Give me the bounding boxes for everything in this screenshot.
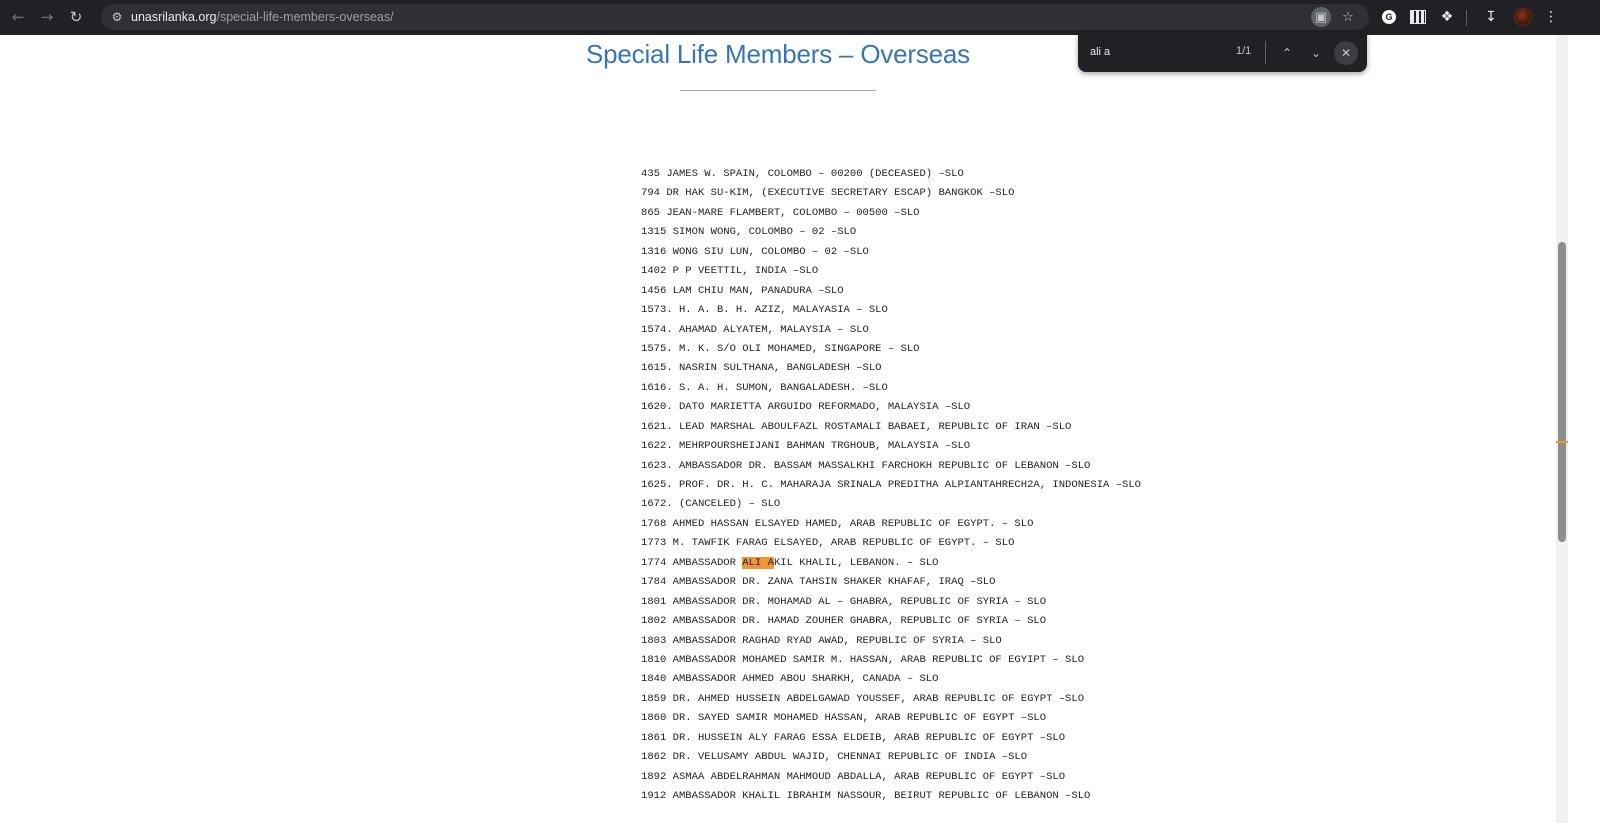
find-result-marker [1556,441,1568,443]
url-text[interactable]: unasrilanka.org/special-life-members-ove… [131,10,394,24]
find-count: 1/1 [1236,45,1252,57]
member-row: 1810 AMBASSADOR MOHAMED SAMIR M. HASSAN,… [641,653,1085,666]
extension-clapper-icon[interactable] [1407,6,1429,28]
window-edge [1568,35,1600,823]
member-row: 1768 AHMED HASSAN ELSAYED HAMED, ARAB RE… [641,517,1034,530]
member-row: 1625. PROF. DR. H. C. MAHARAJA SRINALA P… [641,479,1142,491]
member-row: 1861 DR. HUSSEIN ALY FARAG ESSA ELDEIB, … [641,731,1066,744]
member-row: 1862 DR. VELUSAMY ABDUL WAJID, CHENNAI R… [641,751,1028,764]
extension-g-icon[interactable]: G [1378,6,1400,28]
member-row: 1573. H. A. B. H. AZIZ, MALAYASIA – SLO [641,304,888,317]
member-row: 1575. M. K. S/O OLI MOHAMED, SINGAPORE –… [641,342,920,355]
member-row: 1315 SIMON WONG, COLOMBO – 02 –SLO [641,226,857,239]
forward-arrow-icon[interactable]: → [35,5,59,29]
find-input[interactable] [1090,42,1230,62]
member-row: 1456 LAM CHIU MAN, PANADURA –SLO [641,284,844,297]
member-row: 865 JEAN-MARE FLAMBERT, COLOMBO – 00500 … [641,206,920,219]
puzzle-icon[interactable]: ❖ [1436,6,1458,28]
url-domain: unasrilanka.org [131,10,217,24]
members-list: 435 JAMES W. SPAIN, COLOMBO – 00200 (DEC… [641,165,1141,806]
download-icon[interactable]: ↧ [1480,6,1502,28]
find-bar: 1/1 ⌃ ⌄ ✕ [1078,33,1367,72]
member-row: 1912 AMBASSADOR KHALIL IBRAHIM NASSOUR, … [641,790,1091,802]
member-row: 1801 AMBASSADOR DR. MOHAMAD AL – GHABRA,… [641,595,1047,608]
member-row: 1316 WONG SIU LUN, COLOMBO – 02 –SLO [641,245,869,258]
site-info-icon[interactable]: ⚙ [109,9,125,25]
chevron-up-icon[interactable]: ⌃ [1275,41,1299,65]
scrollbar-thumb[interactable] [1558,242,1566,542]
find-match-highlight: ALI A [742,556,774,569]
member-row: 1892 ASMAA ABDELRAHMAN MAHMOUD ABDALLA, … [641,770,1066,783]
kebab-menu-icon[interactable]: ⋮ [1540,6,1562,28]
browser-toolbar: ← → ↻ ⚙ unasrilanka.org/special-life-mem… [0,0,1600,35]
member-row: 794 DR HAK SU-KIM, (EXECUTIVE SECRETARY … [641,187,1015,200]
member-row: 435 JAMES W. SPAIN, COLOMBO – 00200 (DEC… [641,168,964,180]
find-separator [1265,41,1266,64]
member-row: 1616. S. A. H. SUMON, BANGALADESH. –SLO [641,381,888,394]
close-icon[interactable]: ✕ [1334,41,1358,65]
member-row: 1860 DR. SAYED SAMIR MOHAMED HASSAN, ARA… [641,712,1047,725]
member-row: 1620. DATO MARIETTA ARGUIDO REFORMADO, M… [641,401,971,414]
member-row: 1802 AMBASSADOR DR. HAMAD ZOUHER GHABRA,… [641,615,1047,628]
back-arrow-icon[interactable]: ← [6,5,30,29]
member-row: 1402 P P VEETTIL, INDIA –SLO [641,265,819,278]
member-row: 1615. NASRIN SULTHANA, BANGLADESH –SLO [641,362,882,375]
member-row: 1622. MEHRPOURSHEIJANI BAHMAN TRGHOUB, M… [641,440,971,453]
google-lens-icon[interactable]: ▣ [1311,7,1331,27]
profile-avatar[interactable] [1514,8,1532,26]
member-row: 1784 AMBASSADOR DR. ZANA TAHSIN SHAKER K… [641,576,996,589]
member-row: 1623. AMBASSADOR DR. BASSAM MASSALKHI FA… [641,459,1091,472]
member-row: 1621. LEAD MARSHAL ABOULFAZL ROSTAMALI B… [641,420,1072,433]
address-bar[interactable]: ⚙ unasrilanka.org/special-life-members-o… [101,4,1369,30]
star-icon[interactable]: ☆ [1338,7,1358,27]
url-path: /special-life-members-overseas/ [216,10,394,24]
member-row: 1672. (CANCELED) – SLO [641,498,781,511]
chevron-down-icon[interactable]: ⌄ [1304,41,1328,65]
toolbar-divider [1466,10,1467,26]
title-divider [680,90,876,91]
member-row: 1774 AMBASSADOR ALI AKIL KHALIL, LEBANON… [641,556,939,569]
member-row: 1803 AMBASSADOR RAGHAD RYAD AWAD, REPUBL… [641,634,1002,647]
member-row: 1773 M. TAWFIK FARAG ELSAYED, ARAB REPUB… [641,537,1015,550]
page-content: Special Life Members – Overseas 435 JAME… [0,35,1556,823]
member-row: 1574. AHAMAD ALYATEM, MALAYSIA – SLO [641,323,869,336]
reload-icon[interactable]: ↻ [64,5,88,29]
member-row: 1859 DR. AHMED HUSSEIN ABDELGAWAD YOUSSE… [641,692,1085,705]
member-row: 1840 AMBASSADOR AHMED ABOU SHARKH, CANAD… [641,673,939,686]
